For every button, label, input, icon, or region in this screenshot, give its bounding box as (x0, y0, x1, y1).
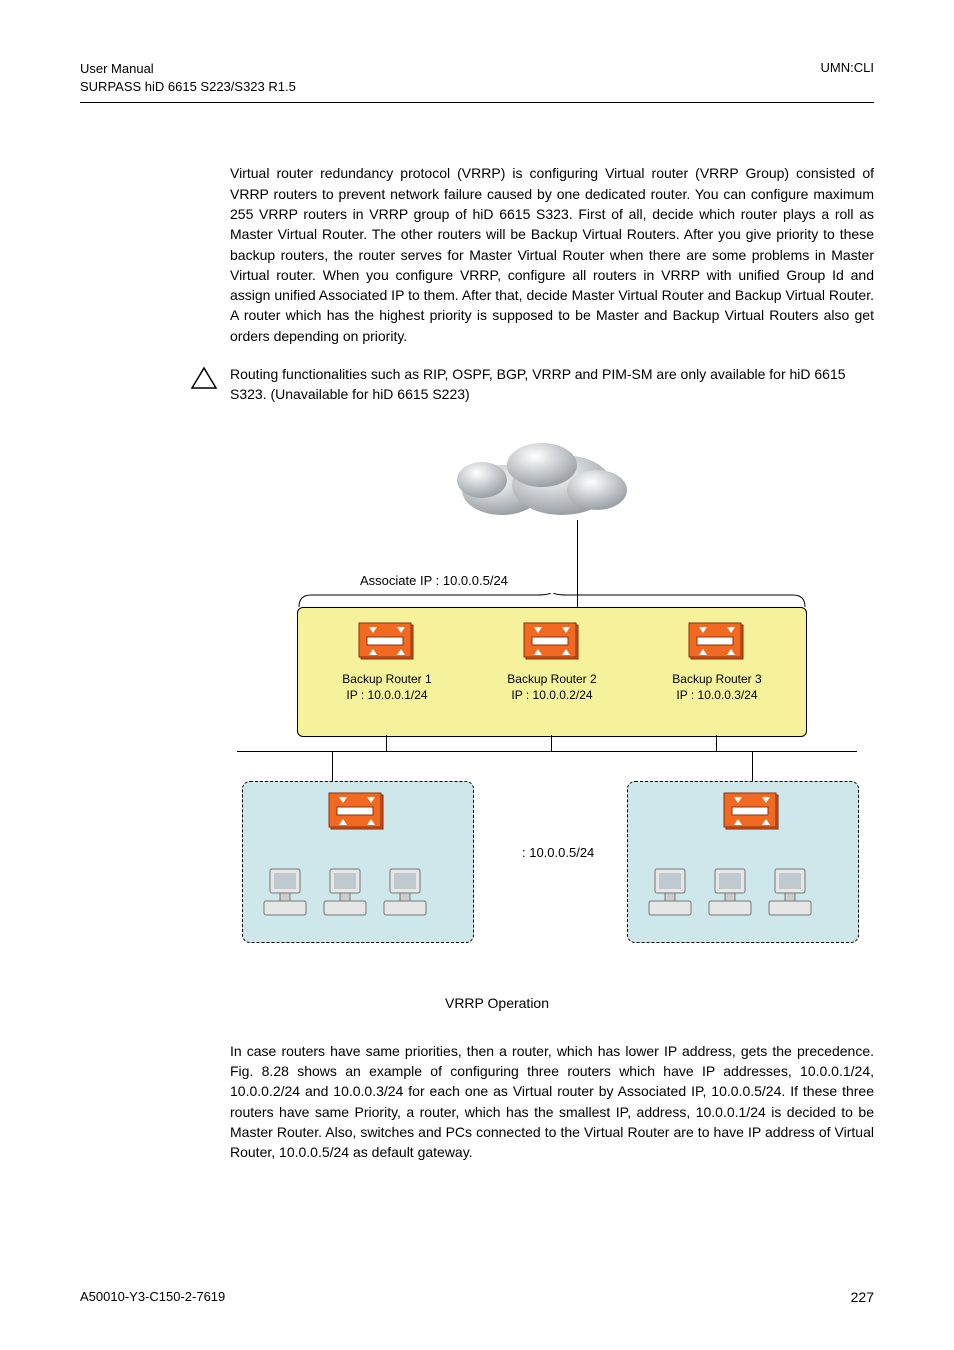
footer-docid: A50010-Y3-C150-2-7619 (80, 1289, 225, 1305)
page-container: User Manual SURPASS hiD 6615 S223/S323 R… (0, 0, 954, 1350)
switch-icon-left (327, 787, 387, 835)
connector-line (752, 751, 753, 781)
warning-triangle-icon (190, 366, 218, 393)
associate-ip-label: Associate IP : 10.0.0.5/24 (360, 573, 508, 588)
connector-line (551, 735, 552, 751)
page-footer: A50010-Y3-C150-2-7619 227 (80, 1289, 874, 1305)
router-icon (687, 617, 747, 665)
connector-line (332, 751, 333, 781)
paragraph-intro: Virtual router redundancy protocol (VRRP… (230, 163, 874, 346)
bus-line (237, 751, 857, 752)
router-3-ip: IP : 10.0.0.3/24 (652, 687, 782, 703)
pc-icon (647, 865, 695, 920)
vrrp-diagram: Associate IP : 10.0.0.5/24 (272, 425, 832, 985)
header-line1: User Manual (80, 60, 296, 78)
router-2-ip: IP : 10.0.0.2/24 (487, 687, 617, 703)
router-1-ip: IP : 10.0.0.1/24 (322, 687, 452, 703)
connector-line (716, 735, 717, 751)
header-left: User Manual SURPASS hiD 6615 S223/S323 R… (80, 60, 296, 96)
header-line2: SURPASS hiD 6615 S223/S323 R1.5 (80, 78, 296, 96)
router-1-name: Backup Router 1 (322, 671, 452, 687)
bracket-top-icon (297, 593, 807, 607)
warning-text: Routing functionalities such as RIP, OSP… (230, 364, 874, 405)
pc-icon (382, 865, 430, 920)
content-area: Virtual router redundancy protocol (VRRP… (230, 163, 874, 1162)
header-right: UMN:CLI (821, 60, 874, 96)
backup-router-1: Backup Router 1 IP : 10.0.0.1/24 (322, 617, 452, 703)
pc-group-left (262, 865, 430, 920)
router-icon (522, 617, 582, 665)
pc-icon (767, 865, 815, 920)
page-header: User Manual SURPASS hiD 6615 S223/S323 R… (80, 60, 874, 103)
footer-pagenum: 227 (851, 1289, 874, 1305)
router-3-name: Backup Router 3 (652, 671, 782, 687)
network-cloud-icon (442, 425, 642, 525)
router-icon (357, 617, 417, 665)
pc-icon (707, 865, 755, 920)
figure-caption: VRRP Operation (120, 995, 874, 1011)
warning-note: Routing functionalities such as RIP, OSP… (190, 364, 874, 405)
pc-group-right (647, 865, 815, 920)
backup-router-3: Backup Router 3 IP : 10.0.0.3/24 (652, 617, 782, 703)
switch-icon-right (722, 787, 782, 835)
router-2-name: Backup Router 2 (487, 671, 617, 687)
paragraph-explain: In case routers have same priorities, th… (230, 1041, 874, 1163)
middle-ip-label: : 10.0.0.5/24 (522, 845, 594, 860)
connector-line (386, 735, 387, 751)
backup-router-2: Backup Router 2 IP : 10.0.0.2/24 (487, 617, 617, 703)
pc-icon (322, 865, 370, 920)
pc-icon (262, 865, 310, 920)
